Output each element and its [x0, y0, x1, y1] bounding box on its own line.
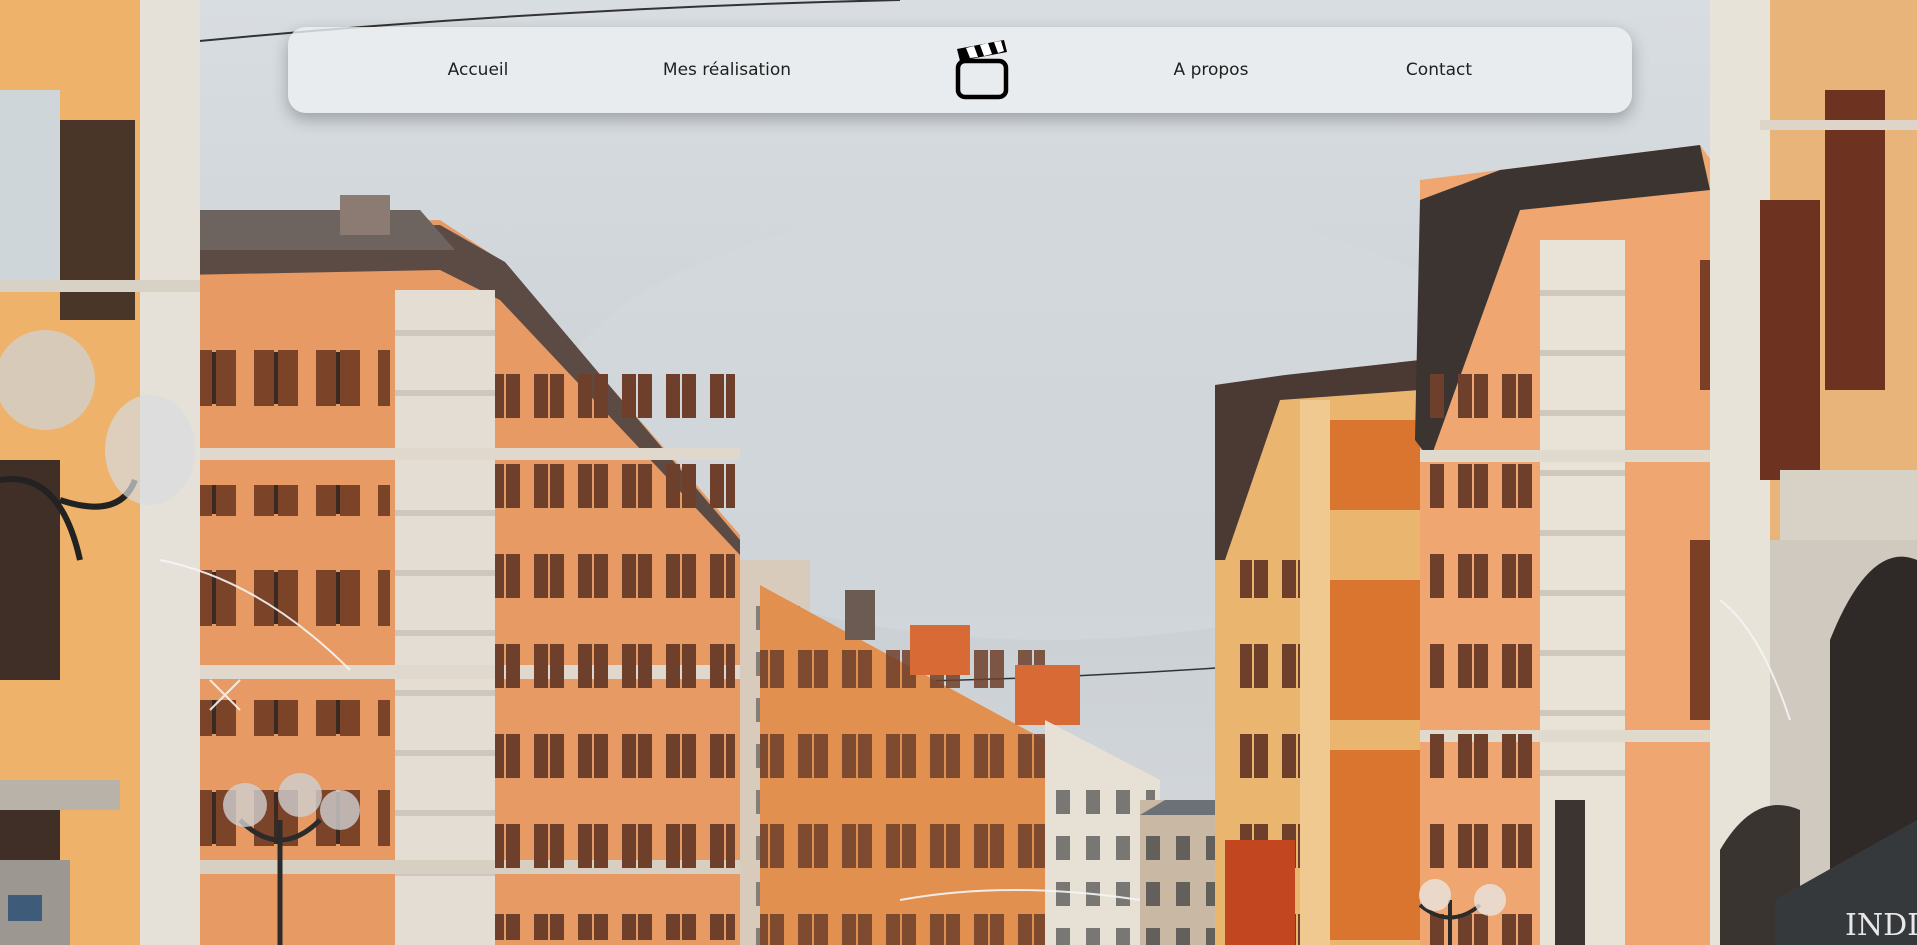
- hero-background: INDIG: [0, 0, 1917, 945]
- shop-sign-text: INDIG: [1845, 908, 1917, 943]
- street-scene-image: INDIG: [0, 0, 1917, 945]
- nav-link-contact[interactable]: Contact: [1406, 27, 1472, 113]
- top-navigation-bar: Accueil Mes réalisation A propos Contact: [288, 27, 1632, 113]
- clapperboard-icon[interactable]: [954, 37, 1010, 101]
- nav-link-mes-realisation[interactable]: Mes réalisation: [663, 27, 791, 113]
- nav-link-accueil[interactable]: Accueil: [448, 27, 509, 113]
- nav-link-a-propos[interactable]: A propos: [1174, 27, 1249, 113]
